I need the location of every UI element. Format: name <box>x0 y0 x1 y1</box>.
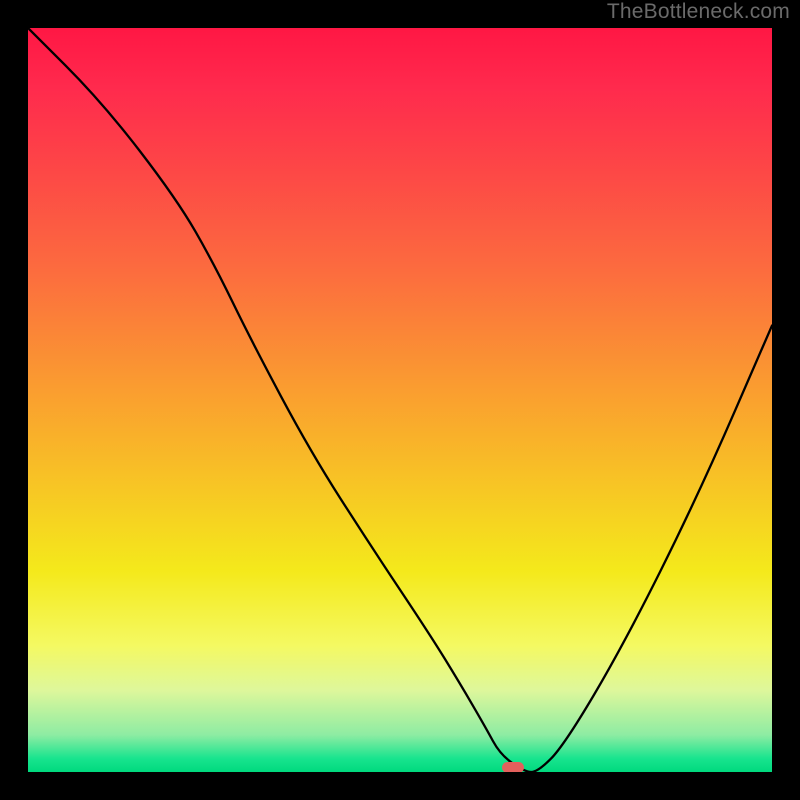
bottleneck-curve <box>28 28 772 772</box>
watermark-text: TheBottleneck.com <box>607 0 790 24</box>
chart-frame: TheBottleneck.com <box>0 0 800 800</box>
plot-area <box>28 28 772 772</box>
optimal-point-marker <box>502 762 524 772</box>
